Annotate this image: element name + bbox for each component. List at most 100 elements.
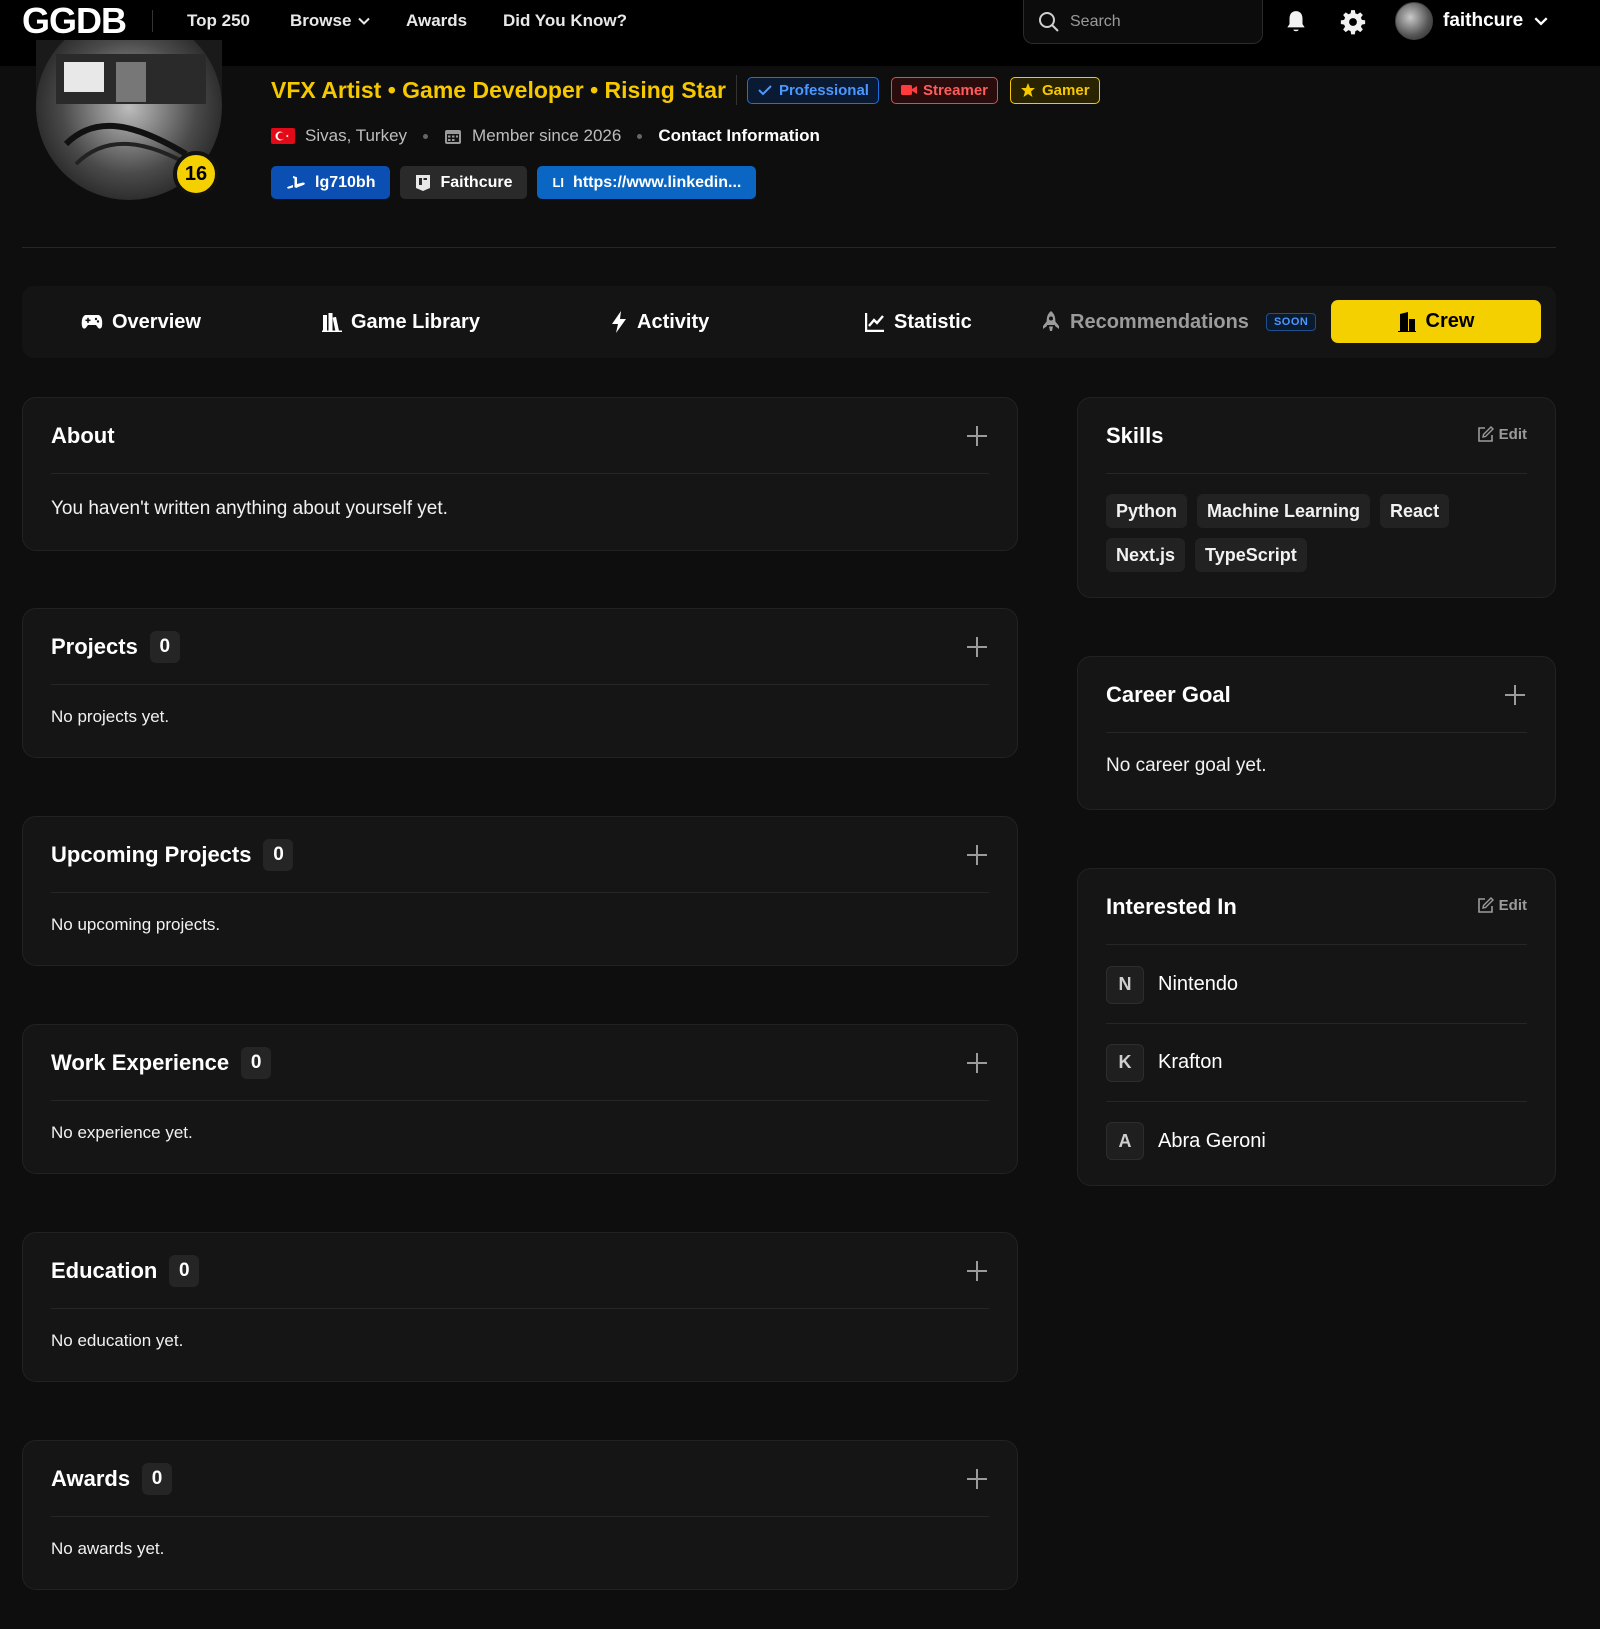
playstation-link-label: lg710bh: [315, 173, 376, 191]
list-item[interactable]: K Krafton: [1106, 1024, 1527, 1102]
tab-activity[interactable]: Activity: [610, 286, 709, 358]
upcoming-projects-empty-text: No upcoming projects.: [51, 915, 221, 934]
skill-tag: Machine Learning: [1197, 494, 1371, 528]
location-text: Sivas, Turkey: [305, 126, 408, 145]
profile-headline: VFX Artist • Game Developer • Rising Sta…: [271, 74, 1112, 106]
professional-badge: Professional: [746, 76, 879, 104]
building-icon: [1397, 311, 1416, 332]
work-experience-count: 0: [241, 1046, 272, 1079]
list-item[interactable]: A Abra Geroni: [1106, 1102, 1527, 1180]
about-card-header: About: [51, 398, 989, 474]
playstation-icon: [287, 175, 305, 189]
skills-title: Skills: [1106, 422, 1164, 448]
search-box: [1023, 0, 1263, 44]
education-count: 0: [169, 1254, 200, 1287]
epic-games-link-label: Faithcure: [440, 173, 513, 191]
gear-icon: [1340, 10, 1366, 35]
search-input[interactable]: [1070, 12, 1240, 31]
settings-button[interactable]: [1339, 8, 1367, 36]
interests-list: N Nintendo K Krafton A Abra Geroni: [1106, 946, 1527, 1180]
linkedin-icon: LI: [552, 175, 565, 190]
upcoming-projects-title: Upcoming Projects: [51, 841, 252, 867]
education-empty-text: No education yet.: [51, 1331, 184, 1350]
tab-recommendations[interactable]: Recommendations SOON: [1041, 286, 1317, 358]
add-career-goal-button[interactable]: [1503, 683, 1527, 707]
awards-card: Awards 0 No awards yet.: [22, 1440, 1018, 1590]
career-goal-card: Career Goal No career goal yet.: [1077, 656, 1556, 810]
upcoming-projects-count: 0: [263, 838, 294, 871]
list-item[interactable]: N Nintendo: [1106, 946, 1527, 1024]
add-about-button[interactable]: [965, 424, 989, 448]
skill-tag: React: [1380, 494, 1450, 528]
awards-card-header: Awards 0: [51, 1441, 989, 1517]
nav-awards[interactable]: Awards: [406, 0, 467, 42]
star-icon: [1021, 83, 1036, 97]
skill-tag: Python: [1106, 494, 1187, 528]
epic-games-link[interactable]: Faithcure: [400, 166, 528, 199]
awards-count: 0: [142, 1462, 173, 1495]
search-icon: [1039, 11, 1059, 32]
notifications-button[interactable]: [1282, 8, 1310, 36]
tab-game-library[interactable]: Game Library: [322, 286, 480, 358]
projects-count: 0: [149, 630, 180, 663]
crew-button-label: Crew: [1425, 310, 1475, 332]
skill-tag: TypeScript: [1195, 538, 1307, 572]
gamepad-icon: [81, 315, 103, 329]
library-icon: [322, 313, 342, 332]
about-title: About: [51, 422, 115, 448]
tab-statistic[interactable]: Statistic: [865, 286, 972, 358]
linkedin-link-label: https://www.linkedin...: [573, 173, 742, 191]
chevron-down-icon: [1534, 17, 1548, 26]
career-goal-empty-text: No career goal yet.: [1106, 755, 1267, 776]
playstation-link[interactable]: lg710bh: [271, 166, 391, 199]
gamer-badge: Gamer: [1010, 76, 1100, 104]
lightning-icon: [612, 311, 626, 333]
profile-meta: Sivas, Turkey Member since 2026 Contact …: [271, 124, 820, 148]
nav-browse-label: Browse: [290, 11, 352, 30]
tab-activity-label: Activity: [637, 310, 710, 333]
nav-browse[interactable]: Browse: [290, 0, 371, 42]
member-since-text: Member since 2026: [472, 126, 622, 145]
projects-card-header: Projects 0: [51, 609, 989, 685]
work-experience-card-header: Work Experience 0: [51, 1025, 989, 1101]
epic-games-icon: [416, 174, 431, 191]
site-logo[interactable]: GGDB: [22, 0, 127, 42]
edit-skills-button[interactable]: Edit: [1477, 426, 1527, 443]
add-work-experience-button[interactable]: [965, 1051, 989, 1075]
edit-interests-label: Edit: [1498, 897, 1527, 914]
nav-top-250[interactable]: Top 250: [187, 0, 250, 42]
meta-dot: [423, 133, 429, 139]
crew-button[interactable]: Crew: [1331, 300, 1541, 343]
profile-tabs: Overview Game Library Activity Statistic…: [22, 286, 1556, 358]
interest-name: Krafton: [1158, 1051, 1223, 1073]
edit-interests-button[interactable]: Edit: [1477, 897, 1527, 914]
career-goal-title: Career Goal: [1106, 681, 1231, 707]
top-navigation-bar: GGDB Top 250 Browse Awards Did You Know?…: [0, 0, 1600, 66]
education-title: Education: [51, 1257, 158, 1283]
user-menu[interactable]: faithcure: [1395, 0, 1549, 42]
streamer-badge-label: Streamer: [922, 81, 989, 99]
interested-in-title: Interested In: [1106, 893, 1237, 919]
tab-overview[interactable]: Overview: [81, 286, 201, 358]
interest-initial: N: [1106, 965, 1144, 1004]
chevron-down-icon: [358, 17, 371, 25]
interested-in-card-header: Interested In Edit: [1106, 869, 1527, 945]
level-badge: 16: [173, 151, 219, 197]
work-experience-card: Work Experience 0 No experience yet.: [22, 1024, 1018, 1174]
awards-empty-text: No awards yet.: [51, 1539, 165, 1558]
check-icon: [758, 85, 772, 96]
linkedin-link[interactable]: LI https://www.linkedin...: [537, 166, 757, 199]
tab-overview-label: Overview: [112, 310, 201, 333]
tab-game-library-label: Game Library: [351, 310, 480, 333]
contact-information-link[interactable]: Contact Information: [658, 126, 820, 146]
add-award-button[interactable]: [965, 1467, 989, 1491]
skills-card: Skills Edit Python Machine Learning Reac…: [1077, 397, 1556, 598]
about-empty-text: You haven't written anything about yours…: [51, 498, 448, 519]
interest-initial: A: [1106, 1122, 1144, 1160]
add-education-button[interactable]: [965, 1259, 989, 1283]
add-project-button[interactable]: [965, 635, 989, 659]
nav-did-you-know[interactable]: Did You Know?: [503, 0, 627, 42]
about-card: About You haven't written anything about…: [22, 397, 1018, 551]
soon-badge: SOON: [1265, 313, 1317, 331]
add-upcoming-project-button[interactable]: [965, 843, 989, 867]
